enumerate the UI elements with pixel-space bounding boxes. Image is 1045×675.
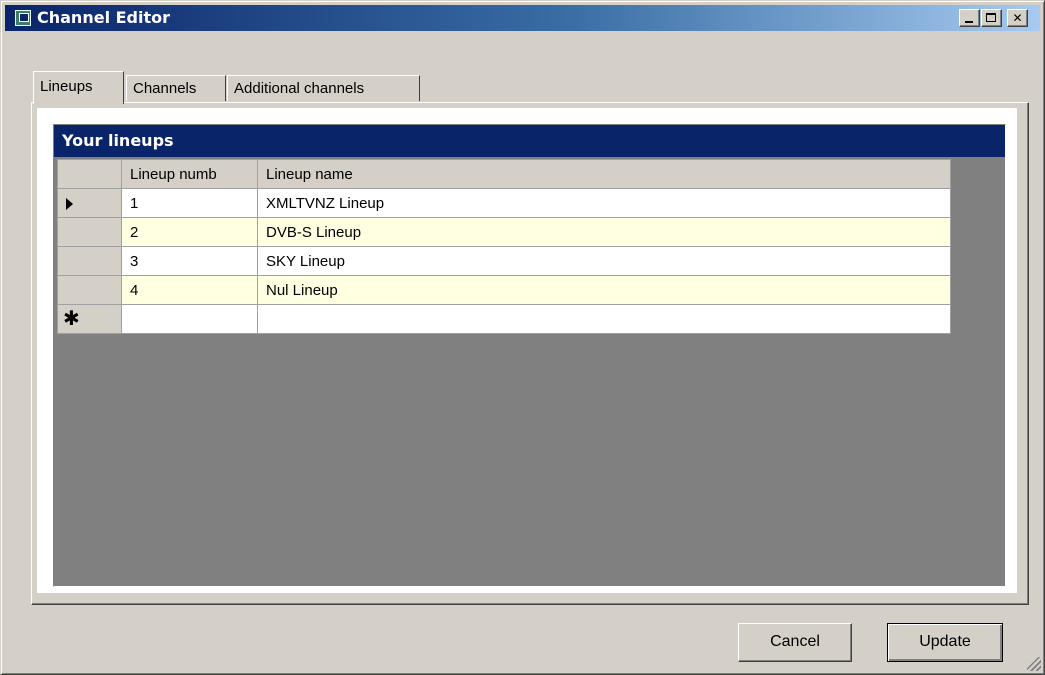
lineup-name-cell[interactable]: DVB-S Lineup xyxy=(257,217,951,247)
table-row[interactable]: 3 SKY Lineup xyxy=(57,246,951,276)
lineup-number-cell[interactable]: 1 xyxy=(121,188,258,218)
new-row[interactable]: ✱ xyxy=(57,304,951,334)
column-header-lineup-name[interactable]: Lineup name xyxy=(257,159,951,189)
row-selector[interactable] xyxy=(57,217,122,247)
row-selector[interactable] xyxy=(57,275,122,305)
lineup-name-cell[interactable]: SKY Lineup xyxy=(257,246,951,276)
new-lineup-name-cell[interactable] xyxy=(257,304,951,334)
update-button[interactable]: Update xyxy=(887,623,1003,662)
tab-lineups[interactable]: Lineups xyxy=(33,71,124,104)
row-selector[interactable] xyxy=(57,188,122,218)
app-icon[interactable] xyxy=(15,10,31,26)
lineups-grid[interactable]: Your lineups Lineup numb Lineup name 1 X… xyxy=(53,124,1006,587)
tab-lineups-label: Lineups xyxy=(40,78,93,95)
maximize-icon xyxy=(986,13,996,22)
table-row[interactable]: 4 Nul Lineup xyxy=(57,275,951,305)
close-button[interactable]: ✕ xyxy=(1007,9,1028,27)
lineups-table: Lineup numb Lineup name 1 XMLTVNZ Lineup… xyxy=(57,159,951,334)
lineup-number-cell[interactable]: 3 xyxy=(121,246,258,276)
title-bar[interactable]: Channel Editor ✕ xyxy=(5,5,1040,31)
table-row[interactable]: 2 DVB-S Lineup xyxy=(57,217,951,247)
resize-grip-icon[interactable] xyxy=(1027,657,1041,671)
window-title: Channel Editor xyxy=(37,8,171,27)
row-selector[interactable] xyxy=(57,246,122,276)
row-header-corner[interactable] xyxy=(57,159,122,189)
current-row-arrow-icon xyxy=(66,197,73,210)
close-icon: ✕ xyxy=(1012,11,1023,25)
lineup-number-cell[interactable]: 2 xyxy=(121,217,258,247)
column-header-lineup-number[interactable]: Lineup numb xyxy=(121,159,258,189)
minimize-icon xyxy=(965,21,973,23)
maximize-button[interactable] xyxy=(981,9,1002,27)
lineup-name-cell[interactable]: XMLTVNZ Lineup xyxy=(257,188,951,218)
cancel-button[interactable]: Cancel xyxy=(738,623,852,662)
table-row[interactable]: 1 XMLTVNZ Lineup xyxy=(57,188,951,218)
lineup-name-cell[interactable]: Nul Lineup xyxy=(257,275,951,305)
new-lineup-number-cell[interactable] xyxy=(121,304,258,334)
minimize-button[interactable] xyxy=(959,9,980,27)
new-row-asterisk-icon: ✱ xyxy=(63,308,80,330)
tab-additional-channels-label: Additional channels xyxy=(234,80,365,97)
channel-editor-window: Channel Editor ✕ Lineups Channels Additi… xyxy=(0,0,1045,675)
tab-channels[interactable]: Channels xyxy=(126,75,226,101)
lineup-number-cell[interactable]: 4 xyxy=(121,275,258,305)
tab-channels-label: Channels xyxy=(133,80,197,97)
tab-additional-channels[interactable]: Additional channels xyxy=(227,75,420,101)
grid-caption: Your lineups xyxy=(54,125,1005,157)
header-row: Lineup numb Lineup name xyxy=(57,159,951,189)
row-selector[interactable]: ✱ xyxy=(57,304,122,334)
